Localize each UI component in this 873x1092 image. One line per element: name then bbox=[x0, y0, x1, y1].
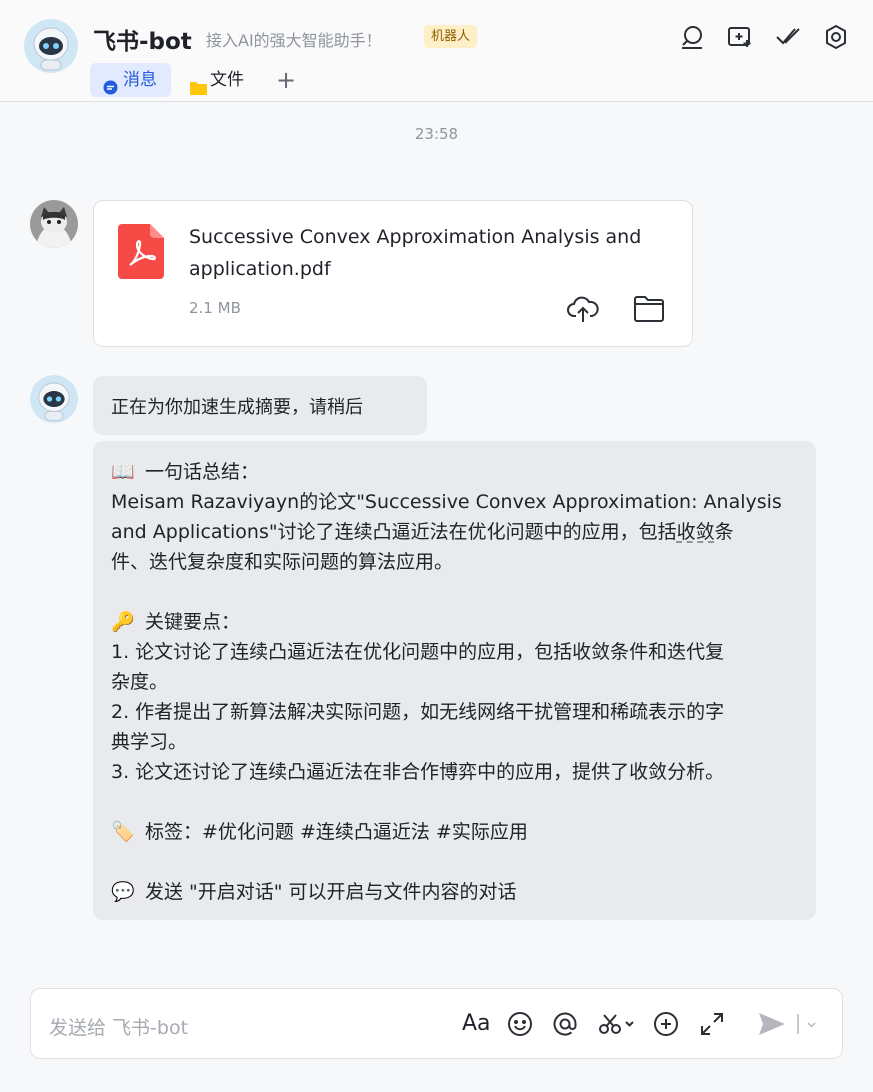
message-icon bbox=[103, 73, 118, 95]
new-chat-icon[interactable] bbox=[727, 24, 753, 50]
file-size: 2.1 MB bbox=[189, 299, 241, 317]
key-point-1: 1. 论文讨论了连续凸逼近法在优化问题中的应用，包括收敛条件和迭代复 bbox=[111, 641, 725, 663]
screenshot-icon[interactable] bbox=[597, 1011, 637, 1037]
highlighted-term[interactable]: 收敛 bbox=[677, 521, 715, 543]
key-point-3: 3. 论文还讨论了连续凸逼近法在非合作博弈中的应用，提供了收敛分析。 bbox=[111, 761, 725, 783]
message-composer[interactable]: 发送给 飞书-bot Aa bbox=[30, 988, 843, 1059]
send-icon[interactable] bbox=[757, 1011, 787, 1037]
summary-message-bubble[interactable]: 📖 一句话总结： Meisam Razaviyayn的论文"Successive … bbox=[93, 441, 816, 920]
key-point-2-cont: 典学习。 bbox=[111, 731, 188, 753]
dialog-hint-text: 发送 "开启对话" 可以开启与文件内容的对话 bbox=[145, 881, 517, 903]
summary-line-1: Meisam Razaviyayn的论文"Successive Convex A… bbox=[111, 491, 782, 513]
summary-heading-line: 📖 一句话总结： bbox=[111, 457, 259, 487]
chat-subtitle: 接入AI的强大智能助手！ bbox=[206, 31, 382, 50]
summary-line-2-tail: 条 bbox=[714, 521, 734, 543]
book-icon: 📖 bbox=[111, 461, 135, 483]
file-name-line-2: application.pdf bbox=[189, 258, 331, 280]
status-message-bubble[interactable]: 正在为你加速生成摘要，请稍后 bbox=[93, 376, 427, 435]
search-icon[interactable] bbox=[679, 24, 705, 50]
expand-icon[interactable] bbox=[699, 1011, 725, 1037]
text-format-icon[interactable]: Aa bbox=[462, 1011, 491, 1036]
user-avatar[interactable] bbox=[30, 200, 78, 248]
tab-messages[interactable]: 消息 bbox=[90, 63, 171, 97]
speech-bubble-icon: 💬 bbox=[111, 881, 135, 903]
folder-icon[interactable] bbox=[633, 294, 665, 324]
add-tab-button[interactable]: + bbox=[275, 63, 297, 97]
file-name[interactable]: Successive Convex Approximation Analysis… bbox=[189, 221, 669, 285]
summary-line-2: and Applications"讨论了连续凸逼近法在优化问题中的应用，包括收敛… bbox=[111, 517, 734, 547]
key-point-2: 2. 作者提出了新算法解决实际问题，如无线网络干扰管理和稀疏表示的字 bbox=[111, 701, 725, 723]
emoji-icon[interactable] bbox=[507, 1011, 533, 1037]
done-icon[interactable] bbox=[775, 24, 801, 50]
tags-line: 🏷️ 标签：#优化问题 #连续凸逼近法 #实际应用 bbox=[111, 817, 528, 847]
bot-message-avatar[interactable] bbox=[30, 375, 78, 423]
tab-messages-label: 消息 bbox=[123, 70, 157, 90]
chat-title: 飞书-bot bbox=[93, 29, 192, 55]
message-timestamp: 23:58 bbox=[414, 125, 459, 143]
pdf-icon bbox=[118, 224, 164, 279]
mention-icon[interactable] bbox=[552, 1011, 578, 1037]
tags-text: 标签：#优化问题 #连续凸逼近法 #实际应用 bbox=[145, 821, 528, 843]
bot-badge: 机器人 bbox=[424, 25, 478, 48]
message-input[interactable]: 发送给 飞书-bot bbox=[49, 1013, 188, 1040]
settings-icon[interactable] bbox=[823, 24, 849, 50]
file-card[interactable]: Successive Convex Approximation Analysis… bbox=[93, 200, 693, 347]
add-icon[interactable] bbox=[653, 1011, 679, 1037]
key-points-heading-line: 🔑 关键要点： bbox=[111, 607, 240, 637]
dialog-hint-line: 💬 发送 "开启对话" 可以开启与文件内容的对话 bbox=[111, 877, 517, 907]
bot-avatar[interactable] bbox=[24, 19, 78, 73]
summary-heading: 一句话总结： bbox=[145, 461, 260, 483]
summary-line-2-text: and Applications"讨论了连续凸逼近法在优化问题中的应用，包括 bbox=[111, 521, 677, 543]
tab-files[interactable]: 文件 bbox=[188, 63, 258, 97]
key-icon: 🔑 bbox=[111, 611, 135, 633]
chat-header: 飞书-bot 接入AI的强大智能助手！ 机器人 消息 文件 + bbox=[0, 0, 873, 102]
key-points-heading: 关键要点： bbox=[145, 611, 241, 633]
tab-files-label: 文件 bbox=[210, 70, 244, 90]
status-message-text: 正在为你加速生成摘要，请稍后 bbox=[111, 397, 363, 418]
folder-icon bbox=[190, 73, 207, 95]
tag-icon: 🏷️ bbox=[111, 821, 135, 843]
cloud-upload-icon[interactable] bbox=[567, 294, 599, 324]
key-point-1-cont: 杂度。 bbox=[111, 671, 169, 693]
send-options-icon[interactable] bbox=[796, 1011, 820, 1037]
summary-line-3: 件、迭代复杂度和实际问题的算法应用。 bbox=[111, 551, 454, 573]
file-name-line-1: Successive Convex Approximation Analysis… bbox=[189, 226, 642, 248]
